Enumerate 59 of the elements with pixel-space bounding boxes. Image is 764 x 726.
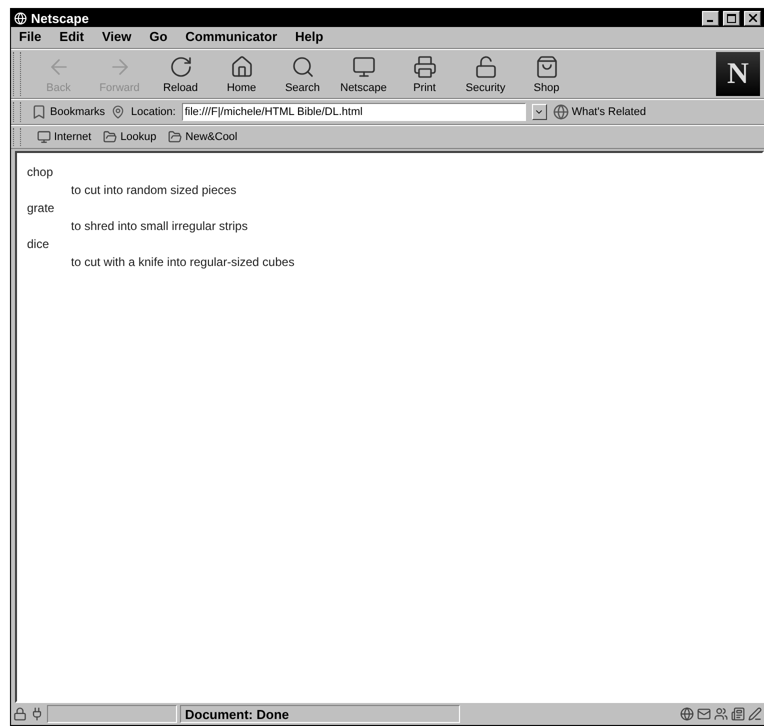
folder-icon [103, 130, 118, 144]
toolbar-button[interactable]: Reload [153, 50, 208, 98]
shopping-bag-icon [534, 54, 558, 78]
toolbar-grip[interactable] [13, 52, 21, 96]
toolbar-grip[interactable] [13, 102, 21, 122]
window-title: Netscape [31, 10, 90, 26]
bookmarks-button[interactable]: Bookmarks [31, 104, 106, 120]
padlock-icon [13, 707, 27, 721]
definition-text: to shred into small irregular strips [70, 218, 249, 235]
definition-text: to cut with a knife into regular-sized cubes [70, 254, 296, 271]
toolbar-button[interactable]: Security [458, 50, 513, 98]
location-pin-icon [111, 105, 126, 119]
location-label: Location: [131, 106, 176, 118]
menu-item[interactable]: File [19, 29, 42, 46]
personal-toolbar-button[interactable]: Lookup [103, 130, 156, 144]
definition-text: to cut into random sized pieces [70, 182, 238, 199]
definition-term: chop [27, 164, 54, 181]
definition-term: grate [27, 200, 56, 217]
brand-logo[interactable]: N [716, 52, 760, 96]
app-icon [14, 12, 27, 24]
news-icon[interactable] [731, 707, 745, 721]
close-icon [748, 14, 756, 22]
status-message: Document: Done [180, 705, 460, 723]
menu-item[interactable]: Edit [59, 29, 84, 46]
toolbar-button[interactable]: Print [397, 50, 452, 98]
menu-item[interactable]: Help [295, 29, 324, 46]
toolbar-button[interactable]: Netscape [336, 50, 391, 98]
printer-icon [412, 54, 436, 78]
maximize-button[interactable] [723, 10, 740, 26]
personal-toolbar-button[interactable]: Internet [37, 130, 92, 144]
padlock-icon [474, 54, 498, 78]
pen-icon[interactable] [748, 707, 762, 721]
plug-icon [30, 707, 44, 721]
minimize-button[interactable] [702, 10, 719, 26]
personal-toolbar-button[interactable]: New&Cool [168, 130, 238, 144]
toolbar-grip[interactable] [13, 128, 21, 146]
home-icon [230, 54, 254, 78]
maximize-icon [727, 14, 736, 22]
search-icon [290, 54, 314, 78]
close-button[interactable] [744, 10, 761, 26]
people-icon[interactable] [714, 707, 728, 721]
toolbar-button[interactable]: Home [214, 50, 269, 98]
menu-item[interactable]: Communicator [185, 29, 278, 46]
whats-related-button[interactable]: What's Related [552, 104, 646, 120]
monitor-icon [352, 54, 376, 78]
toolbar-button[interactable]: Shop [519, 50, 574, 98]
bookmark-icon [31, 104, 47, 120]
globe-icon [552, 104, 569, 120]
folder-icon [168, 130, 182, 144]
monitor-icon [37, 130, 51, 144]
globe-icon[interactable] [680, 707, 694, 721]
reload-icon [168, 54, 192, 78]
mail-icon[interactable] [697, 707, 711, 721]
dropdown-button[interactable] [532, 104, 547, 120]
url-field[interactable]: file:///F|/michele/HTML Bible/DL.html [182, 103, 526, 121]
menu-item[interactable]: View [102, 29, 132, 46]
definition-term: dice [27, 236, 50, 253]
toolbar-button[interactable]: Search [275, 50, 330, 98]
menu-item[interactable]: Go [149, 29, 168, 46]
